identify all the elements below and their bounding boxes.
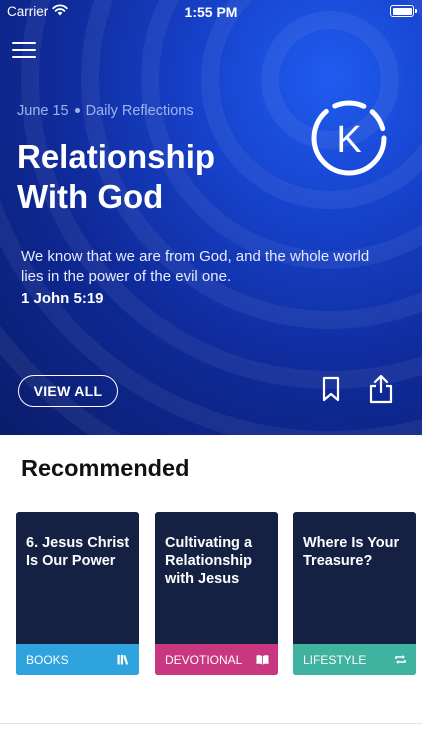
reflection-meta: June 15 Daily Reflections bbox=[17, 103, 194, 119]
app-screen: Carrier 1:55 PM June 15 Daily Reflections… bbox=[0, 0, 422, 750]
card-category-bar: LIFESTYLE bbox=[293, 644, 416, 675]
recommended-card-1[interactable]: 6. Jesus Christ Is Our Power BOOKS bbox=[16, 512, 139, 675]
separator-dot bbox=[74, 107, 80, 113]
bottom-divider bbox=[0, 723, 422, 724]
reflection-title-line-1: Relationship bbox=[17, 138, 216, 175]
card-category-bar: BOOKS bbox=[16, 644, 139, 675]
share-icon[interactable] bbox=[367, 373, 395, 405]
daily-reflection-hero: Carrier 1:55 PM June 15 Daily Reflections… bbox=[0, 0, 422, 435]
hero-background-pattern bbox=[0, 0, 422, 435]
logo-letter: K bbox=[336, 119, 361, 161]
hamburger-menu-icon[interactable] bbox=[12, 40, 38, 60]
k-logo-icon: K bbox=[311, 100, 387, 176]
card-category-label: BOOKS bbox=[26, 652, 69, 667]
card-category-bar: DEVOTIONAL bbox=[155, 644, 278, 675]
verse-text: We know that we are from God, and the wh… bbox=[21, 248, 370, 285]
reflection-title: Relationship With God bbox=[17, 137, 287, 217]
card-title: Cultivating a Relationship with Jesus bbox=[165, 535, 253, 587]
reflection-title-line-2: With God bbox=[17, 178, 164, 215]
card-title: Where Is Your Treasure? bbox=[303, 535, 400, 569]
bookmark-icon[interactable] bbox=[318, 375, 344, 403]
battery-icon bbox=[390, 5, 417, 17]
verse-reference: 1 John 5:19 bbox=[21, 290, 104, 307]
recommended-card-3[interactable]: Where Is Your Treasure? LIFESTYLE bbox=[293, 512, 416, 675]
recommended-heading: Recommended bbox=[21, 455, 190, 481]
open-book-icon bbox=[256, 655, 269, 665]
card-title: 6. Jesus Christ Is Our Power bbox=[26, 535, 130, 569]
reflection-date: June 15 bbox=[17, 103, 69, 119]
status-bar: Carrier 1:55 PM bbox=[0, 0, 422, 24]
view-all-button[interactable]: VIEW ALL bbox=[18, 375, 118, 407]
books-icon bbox=[117, 655, 129, 665]
card-category-label: DEVOTIONAL bbox=[165, 652, 243, 667]
clock: 1:55 PM bbox=[184, 4, 238, 20]
recommended-card-2[interactable]: Cultivating a Relationship with Jesus DE… bbox=[155, 512, 278, 675]
repeat-icon bbox=[395, 655, 406, 664]
card-category-label: LIFESTYLE bbox=[303, 652, 367, 667]
reflection-category: Daily Reflections bbox=[85, 103, 194, 119]
